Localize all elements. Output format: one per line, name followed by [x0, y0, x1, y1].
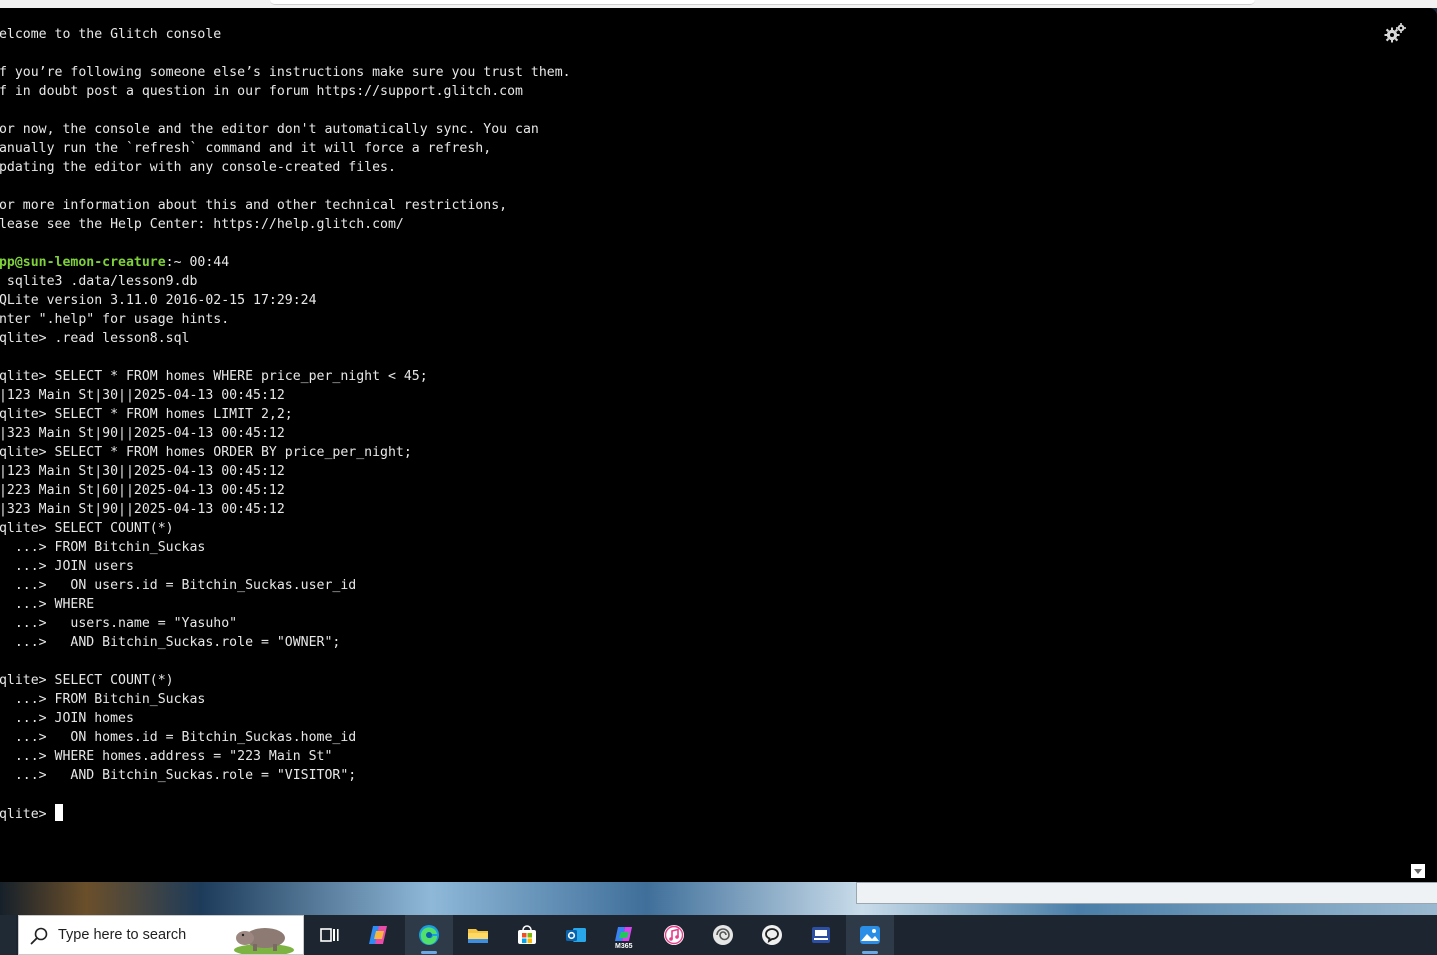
- console-line: For now, the console and the editor don'…: [0, 122, 539, 137]
- outlook-icon: [566, 928, 586, 942]
- console-line: ...> FROM Bitchin_Suckas: [0, 540, 206, 555]
- console-line: ...> WHERE homes.address = "223 Main St": [0, 749, 333, 764]
- console-line: 1|123 Main St|30||2025-04-13 00:45:12: [0, 464, 285, 479]
- spiral-icon: [713, 925, 733, 945]
- taskbar-task-view[interactable]: [305, 915, 353, 955]
- chevron-down-icon[interactable]: [1411, 864, 1425, 878]
- taskbar-microsoft-store[interactable]: [503, 915, 551, 955]
- scanner-icon: [812, 927, 830, 943]
- console-line: sqlite> SELECT * FROM homes LIMIT 2,2;: [0, 407, 293, 422]
- taskbar-edge[interactable]: [405, 915, 453, 955]
- console-line: SQLite version 3.11.0 2016-02-15 17:29:2…: [0, 293, 317, 308]
- edge-icon: [419, 925, 439, 945]
- console-line: 3|323 Main St|90||2025-04-13 00:45:12: [0, 502, 285, 517]
- taskbar-scanner[interactable]: [797, 915, 845, 955]
- console-line: ...> AND Bitchin_Suckas.role = "OWNER";: [0, 635, 341, 650]
- console-line: Welcome to the Glitch console: [0, 27, 222, 42]
- console-line: 2|223 Main St|60||2025-04-13 00:45:12: [0, 483, 285, 498]
- console-line: Enter ".help" for usage hints.: [0, 312, 230, 327]
- start-button[interactable]: [0, 915, 16, 955]
- photos-icon: [860, 926, 880, 944]
- search-placeholder: Type here to search: [58, 927, 187, 943]
- taskbar-photos[interactable]: [846, 915, 894, 955]
- active-indicator: [862, 951, 878, 954]
- active-indicator: [421, 951, 437, 954]
- taskbar-copilot[interactable]: [355, 915, 403, 955]
- console-line: 1|123 Main St|30||2025-04-13 00:45:12: [0, 388, 285, 403]
- console-line: $ sqlite3 .data/lesson9.db: [0, 274, 198, 289]
- chat-bubble-icon: [762, 925, 782, 945]
- store-icon: [518, 925, 536, 944]
- console-line: If you’re following someone else’s instr…: [0, 65, 571, 80]
- taskbar-line-app[interactable]: [748, 915, 796, 955]
- text-cursor: [54, 804, 63, 821]
- search-icon: [30, 927, 48, 945]
- background-window[interactable]: [856, 882, 1437, 904]
- console-line: sqlite> SELECT * FROM homes WHERE price_…: [0, 369, 428, 384]
- console-line: 1: [0, 785, 571, 804]
- glitch-console[interactable]: Welcome to the Glitch console If you’re f…: [0, 8, 1437, 882]
- gears-icon[interactable]: [1383, 22, 1407, 44]
- console-line: ...> FROM Bitchin_Suckas: [0, 692, 206, 707]
- taskbar-m365-copilot[interactable]: M365: [601, 915, 649, 955]
- music-note-icon: [664, 925, 684, 945]
- console-input-line[interactable]: sqlite>: [0, 804, 571, 823]
- taskbar-spiral-app[interactable]: [699, 915, 747, 955]
- console-line: ...> ON homes.id = Bitchin_Suckas.home_i…: [0, 730, 357, 745]
- taskbar-outlook[interactable]: [552, 915, 600, 955]
- console-line: ...> ON users.id = Bitchin_Suckas.user_i…: [0, 578, 357, 593]
- console-line: ...> users.name = "Yasuho": [0, 616, 238, 631]
- console-line: sqlite> SELECT * FROM homes ORDER BY pri…: [0, 445, 412, 460]
- console-line: If in doubt post a question in our forum…: [0, 84, 523, 99]
- sqlite-prompt: sqlite>: [0, 807, 47, 822]
- folder-icon: [468, 929, 488, 943]
- console-output: Welcome to the Glitch console If you’re f…: [0, 25, 571, 823]
- console-line: ...> AND Bitchin_Suckas.role = "VISITOR"…: [0, 768, 357, 783]
- prompt-user: app@sun-lemon-creature: [0, 255, 166, 270]
- console-line: 3|323 Main St|90||2025-04-13 00:45:12: [0, 426, 285, 441]
- search-highlight-hippo-icon: [234, 928, 294, 954]
- taskbar: Type here to search M365: [0, 915, 1437, 955]
- taskbar-file-explorer[interactable]: [454, 915, 502, 955]
- console-line: ...> WHERE: [0, 597, 95, 612]
- console-line: sqlite> .read lesson8.sql: [0, 331, 190, 346]
- browser-tab-edge: [270, 0, 1255, 5]
- task-view-icon: [320, 928, 339, 942]
- copilot-icon: [369, 926, 387, 944]
- browser-top-strip: [0, 0, 1437, 8]
- console-line: 1: [0, 652, 571, 671]
- console-line: sqlite> SELECT COUNT(*): [0, 673, 174, 688]
- taskbar-search-box[interactable]: Type here to search: [18, 915, 304, 955]
- console-line: manually run the `refresh` command and i…: [0, 141, 492, 156]
- console-line: updating the editor with any console-cre…: [0, 160, 396, 175]
- m365-badge: M365: [615, 943, 633, 950]
- prompt-path: :~ 00:44: [165, 255, 230, 270]
- console-line: sqlite> SELECT COUNT(*): [0, 521, 174, 536]
- console-line: For more information about this and othe…: [0, 198, 508, 213]
- console-line: please see the Help Center: https://help…: [0, 217, 404, 232]
- console-line: ...> JOIN users: [0, 559, 134, 574]
- console-line: ...> JOIN homes: [0, 711, 134, 726]
- taskbar-itunes[interactable]: [650, 915, 698, 955]
- console-line: app@sun-lemon-creature:~ 00:44: [0, 253, 571, 272]
